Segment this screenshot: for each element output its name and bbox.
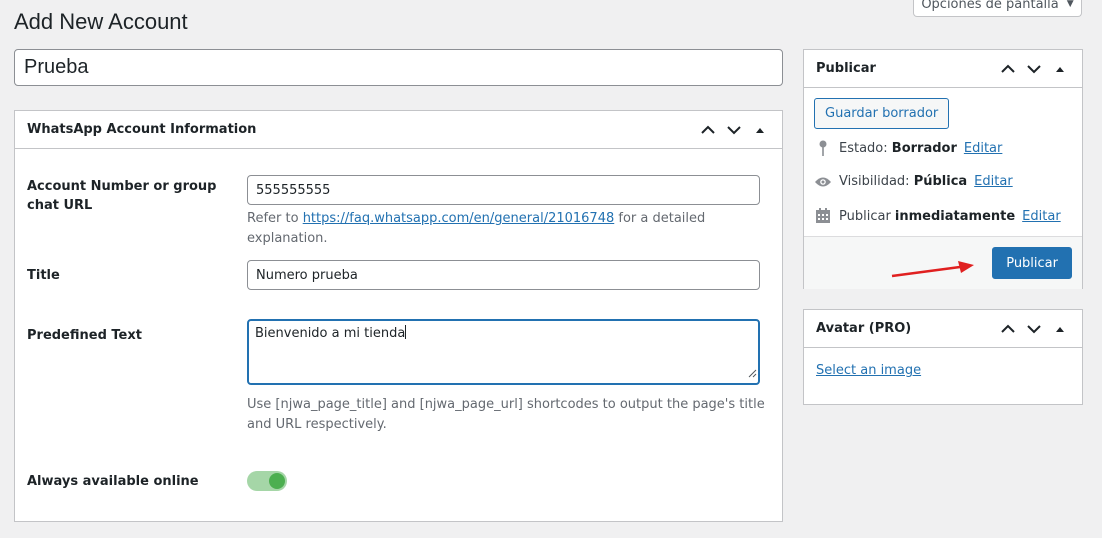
avatar-box: Avatar (PRO) Select an image <box>803 309 1083 405</box>
predefined-text-value: Bienvenido a mi tienda <box>255 326 406 341</box>
edit-status-link[interactable]: Editar <box>964 141 1003 156</box>
select-image-link[interactable]: Select an image <box>816 363 921 378</box>
visibility-row: Visibilidad: Pública Editar <box>814 174 1013 189</box>
status-label: Estado: <box>839 141 892 156</box>
schedule-label: Publicar <box>839 208 895 224</box>
schedule-text: Publicar inmediatamente <box>839 209 1015 224</box>
eye-icon <box>814 176 832 188</box>
move-up-icon[interactable] <box>998 319 1018 339</box>
visibility-label: Visibilidad: <box>839 174 914 189</box>
publish-button[interactable]: Publicar <box>992 247 1072 279</box>
predefined-text-textarea[interactable]: Bienvenido a mi tienda <box>247 319 760 385</box>
toggle-panel-icon[interactable] <box>1050 319 1070 339</box>
publish-box-title: Publicar <box>816 61 876 76</box>
account-number-input[interactable]: 555555555 <box>247 175 760 205</box>
whatsapp-account-box: WhatsApp Account Information Account Num… <box>14 110 783 522</box>
move-down-icon[interactable] <box>724 120 744 140</box>
toggle-knob <box>269 473 285 489</box>
move-up-icon[interactable] <box>998 59 1018 79</box>
status-text: Estado: Borrador <box>839 141 957 156</box>
visibility-value: Pública <box>913 174 968 189</box>
visibility-text: Visibilidad: Pública <box>839 174 967 189</box>
screen-options-button[interactable]: Opciones de pantalla ▼ <box>913 0 1082 17</box>
screen-options-label: Opciones de pantalla <box>921 0 1059 12</box>
title-label: Title <box>27 268 60 283</box>
publish-box: Publicar Guardar borrador Estado: Borrad… <box>803 49 1083 289</box>
resize-grip-icon[interactable] <box>748 367 757 382</box>
publish-box-header: Publicar <box>804 50 1082 88</box>
post-title-input[interactable]: Prueba <box>14 49 783 86</box>
toggle-panel-icon[interactable] <box>1050 59 1070 79</box>
schedule-value: inmediatamente <box>894 208 1016 224</box>
predefined-text-help: Use [njwa_page_title] and [njwa_page_url… <box>247 397 765 432</box>
always-online-label: Always available online <box>27 474 199 489</box>
always-online-toggle[interactable] <box>247 471 287 491</box>
whatsapp-box-title: WhatsApp Account Information <box>27 122 257 137</box>
annotation-arrow-icon <box>891 261 974 278</box>
move-up-icon[interactable] <box>698 120 718 140</box>
edit-schedule-link[interactable]: Editar <box>1022 209 1061 224</box>
status-value: Borrador <box>891 141 957 156</box>
account-help-prefix: Refer to <box>247 211 303 226</box>
caret-down-icon: ▼ <box>1066 0 1074 9</box>
post-title-value: Prueba <box>24 56 89 78</box>
avatar-box-header: Avatar (PRO) <box>804 310 1082 348</box>
calendar-icon <box>814 208 832 224</box>
predefined-text-label: Predefined Text <box>27 328 142 343</box>
pin-icon <box>814 140 832 157</box>
account-number-label: Account Number or group chat URL <box>27 179 217 213</box>
edit-visibility-link[interactable]: Editar <box>974 174 1013 189</box>
account-number-value: 555555555 <box>256 182 331 198</box>
account-number-help: Refer to https://faq.whatsapp.com/en/gen… <box>247 209 767 249</box>
status-row: Estado: Borrador Editar <box>814 140 1002 157</box>
move-down-icon[interactable] <box>1024 319 1044 339</box>
avatar-box-title: Avatar (PRO) <box>816 321 912 336</box>
title-input[interactable]: Numero prueba <box>247 260 760 290</box>
text-caret <box>405 325 407 339</box>
whatsapp-box-header: WhatsApp Account Information <box>15 111 782 149</box>
whatsapp-faq-link[interactable]: https://faq.whatsapp.com/en/general/2101… <box>303 211 615 226</box>
toggle-panel-icon[interactable] <box>750 120 770 140</box>
page-title: Add New Account <box>14 9 188 34</box>
save-draft-button[interactable]: Guardar borrador <box>814 98 950 129</box>
title-value: Numero prueba <box>256 267 358 283</box>
schedule-row: Publicar inmediatamente Editar <box>814 208 1061 224</box>
move-down-icon[interactable] <box>1024 59 1044 79</box>
